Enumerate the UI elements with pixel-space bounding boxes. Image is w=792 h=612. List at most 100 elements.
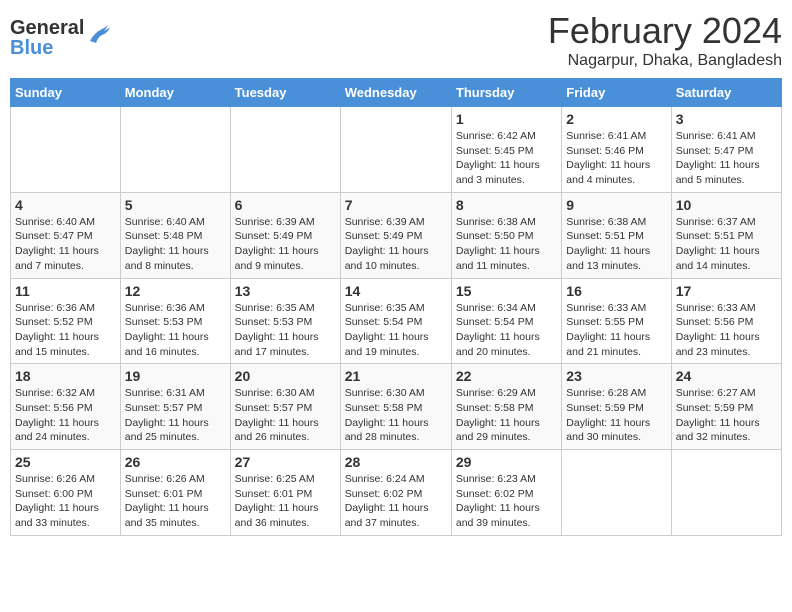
calendar-day-cell [230, 107, 340, 193]
day-number: 22 [456, 368, 557, 384]
calendar-day-cell: 27 Sunrise: 6:25 AM Sunset: 6:01 PM Dayli… [230, 450, 340, 536]
day-number: 12 [125, 283, 226, 299]
calendar-day-cell: 21 Sunrise: 6:30 AM Sunset: 5:58 PM Dayli… [340, 364, 451, 450]
calendar-day-cell: 15Sunrise: 6:34 AM Sunset: 5:54 PM Dayli… [451, 278, 561, 364]
day-number: 14 [345, 283, 447, 299]
day-number: 26 [125, 454, 226, 470]
calendar-day-cell: 3 Sunrise: 6:41 AM Sunset: 5:47 PM Daylig… [671, 107, 781, 193]
calendar-day-cell: 2 Sunrise: 6:41 AM Sunset: 5:46 PM Daylig… [562, 107, 671, 193]
day-number: 20 [235, 368, 336, 384]
location: Nagarpur, Dhaka, Bangladesh [548, 52, 782, 70]
day-info: Sunrise: 6:32 AM Sunset: 5:56 PM Dayligh… [15, 386, 116, 445]
calendar-day-cell: 28 Sunrise: 6:24 AM Sunset: 6:02 PM Dayli… [340, 450, 451, 536]
day-info: Sunrise: 6:40 AM Sunset: 5:48 PM Dayligh… [125, 215, 226, 274]
day-info: Sunrise: 6:27 AM Sunset: 5:59 PM Dayligh… [676, 386, 777, 445]
day-info: Sunrise: 6:29 AM Sunset: 5:58 PM Dayligh… [456, 386, 557, 445]
day-info: Sunrise: 6:33 AM Sunset: 5:55 PM Dayligh… [566, 301, 666, 360]
day-info: Sunrise: 6:26 AM Sunset: 6:00 PM Dayligh… [15, 472, 116, 531]
day-number: 6 [235, 197, 336, 213]
calendar-day-cell: 6 Sunrise: 6:39 AM Sunset: 5:49 PM Daylig… [230, 192, 340, 278]
day-number: 24 [676, 368, 777, 384]
calendar-day-cell: 20 Sunrise: 6:30 AM Sunset: 5:57 PM Dayli… [230, 364, 340, 450]
day-number: 19 [125, 368, 226, 384]
weekday-header: Saturday [671, 79, 781, 107]
day-number: 3 [676, 111, 777, 127]
day-number: 17 [676, 283, 777, 299]
calendar-day-cell: 11 Sunrise: 6:36 AM Sunset: 5:52 PM Dayli… [11, 278, 121, 364]
day-info: Sunrise: 6:41 AM Sunset: 5:47 PM Dayligh… [676, 129, 777, 188]
day-number: 11 [15, 283, 116, 299]
weekday-header: Friday [562, 79, 671, 107]
calendar-day-cell [562, 450, 671, 536]
calendar-day-cell [11, 107, 121, 193]
calendar-day-cell: 5 Sunrise: 6:40 AM Sunset: 5:48 PM Daylig… [120, 192, 230, 278]
calendar-week-row: 18 Sunrise: 6:32 AM Sunset: 5:56 PM Dayli… [11, 364, 782, 450]
calendar-day-cell: 12 Sunrise: 6:36 AM Sunset: 5:53 PM Dayli… [120, 278, 230, 364]
day-info: Sunrise: 6:36 AM Sunset: 5:52 PM Dayligh… [15, 301, 116, 360]
calendar-week-row: 4 Sunrise: 6:40 AM Sunset: 5:47 PM Daylig… [11, 192, 782, 278]
logo-general-text: General [10, 18, 84, 38]
day-number: 9 [566, 197, 666, 213]
calendar-day-cell [671, 450, 781, 536]
day-number: 15 [456, 283, 557, 299]
calendar-day-cell: 18 Sunrise: 6:32 AM Sunset: 5:56 PM Dayli… [11, 364, 121, 450]
day-info: Sunrise: 6:25 AM Sunset: 6:01 PM Dayligh… [235, 472, 336, 531]
calendar-day-cell: 22 Sunrise: 6:29 AM Sunset: 5:58 PM Dayli… [451, 364, 561, 450]
day-info: Sunrise: 6:30 AM Sunset: 5:57 PM Dayligh… [235, 386, 336, 445]
day-info: Sunrise: 6:30 AM Sunset: 5:58 PM Dayligh… [345, 386, 447, 445]
weekday-header: Thursday [451, 79, 561, 107]
calendar-day-cell: 29 Sunrise: 6:23 AM Sunset: 6:02 PM Dayli… [451, 450, 561, 536]
day-info: Sunrise: 6:40 AM Sunset: 5:47 PM Dayligh… [15, 215, 116, 274]
day-number: 1 [456, 111, 557, 127]
day-info: Sunrise: 6:35 AM Sunset: 5:54 PM Dayligh… [345, 301, 447, 360]
day-number: 4 [15, 197, 116, 213]
day-info: Sunrise: 6:37 AM Sunset: 5:51 PM Dayligh… [676, 215, 777, 274]
calendar-day-cell: 17 Sunrise: 6:33 AM Sunset: 5:56 PM Dayli… [671, 278, 781, 364]
day-number: 13 [235, 283, 336, 299]
calendar-day-cell: 24 Sunrise: 6:27 AM Sunset: 5:59 PM Dayli… [671, 364, 781, 450]
weekday-header: Tuesday [230, 79, 340, 107]
calendar-day-cell: 1 Sunrise: 6:42 AM Sunset: 5:45 PM Daylig… [451, 107, 561, 193]
day-info: Sunrise: 6:36 AM Sunset: 5:53 PM Dayligh… [125, 301, 226, 360]
logo: General Blue [10, 18, 110, 58]
day-number: 16 [566, 283, 666, 299]
day-info: Sunrise: 6:23 AM Sunset: 6:02 PM Dayligh… [456, 472, 557, 531]
calendar-day-cell: 19 Sunrise: 6:31 AM Sunset: 5:57 PM Dayli… [120, 364, 230, 450]
calendar-week-row: 1 Sunrise: 6:42 AM Sunset: 5:45 PM Daylig… [11, 107, 782, 193]
calendar-day-cell: 4 Sunrise: 6:40 AM Sunset: 5:47 PM Daylig… [11, 192, 121, 278]
calendar-day-cell: 14 Sunrise: 6:35 AM Sunset: 5:54 PM Dayli… [340, 278, 451, 364]
weekday-header: Monday [120, 79, 230, 107]
day-info: Sunrise: 6:39 AM Sunset: 5:49 PM Dayligh… [235, 215, 336, 274]
logo-bird-icon [86, 21, 110, 49]
calendar-day-cell: 7 Sunrise: 6:39 AM Sunset: 5:49 PM Daylig… [340, 192, 451, 278]
day-number: 7 [345, 197, 447, 213]
day-number: 27 [235, 454, 336, 470]
day-number: 18 [15, 368, 116, 384]
day-number: 2 [566, 111, 666, 127]
weekday-header: Sunday [11, 79, 121, 107]
day-info: Sunrise: 6:24 AM Sunset: 6:02 PM Dayligh… [345, 472, 447, 531]
month-title: February 2024 [548, 10, 782, 52]
day-info: Sunrise: 6:39 AM Sunset: 5:49 PM Dayligh… [345, 215, 447, 274]
day-number: 25 [15, 454, 116, 470]
logo-blue-text: Blue [10, 38, 84, 58]
calendar-day-cell [120, 107, 230, 193]
day-info: Sunrise: 6:33 AM Sunset: 5:56 PM Dayligh… [676, 301, 777, 360]
day-info: Sunrise: 6:42 AM Sunset: 5:45 PM Dayligh… [456, 129, 557, 188]
day-number: 5 [125, 197, 226, 213]
day-number: 8 [456, 197, 557, 213]
calendar-day-cell: 16 Sunrise: 6:33 AM Sunset: 5:55 PM Dayli… [562, 278, 671, 364]
day-info: Sunrise: 6:31 AM Sunset: 5:57 PM Dayligh… [125, 386, 226, 445]
day-info: Sunrise: 6:26 AM Sunset: 6:01 PM Dayligh… [125, 472, 226, 531]
day-number: 29 [456, 454, 557, 470]
day-info: Sunrise: 6:35 AM Sunset: 5:53 PM Dayligh… [235, 301, 336, 360]
calendar-table: SundayMondayTuesdayWednesdayThursdayFrid… [10, 78, 782, 536]
day-number: 28 [345, 454, 447, 470]
day-info: Sunrise: 6:41 AM Sunset: 5:46 PM Dayligh… [566, 129, 666, 188]
calendar-day-cell: 26 Sunrise: 6:26 AM Sunset: 6:01 PM Dayli… [120, 450, 230, 536]
day-number: 10 [676, 197, 777, 213]
day-number: 23 [566, 368, 666, 384]
day-number: 21 [345, 368, 447, 384]
day-info: Sunrise: 6:38 AM Sunset: 5:50 PM Dayligh… [456, 215, 557, 274]
calendar-day-cell [340, 107, 451, 193]
